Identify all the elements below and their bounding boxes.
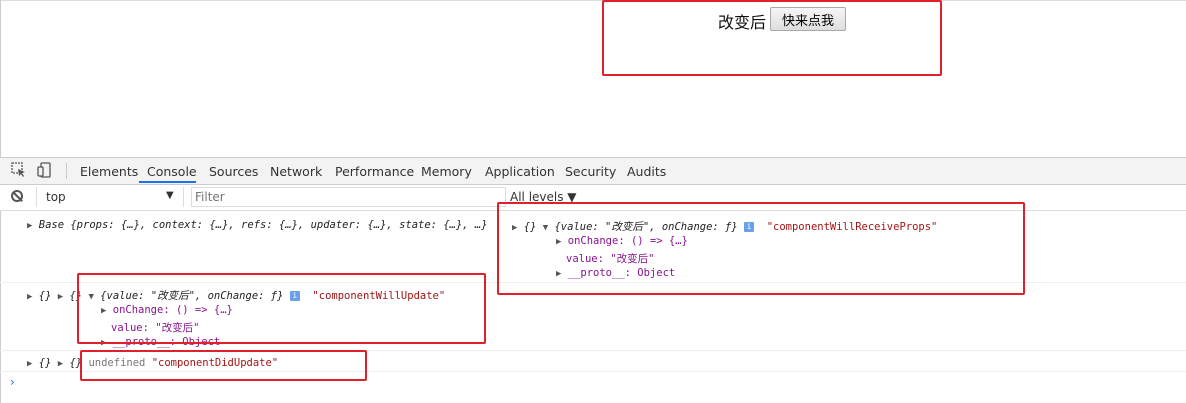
tab-network[interactable]: Network (270, 164, 322, 179)
tab-elements[interactable]: Elements (80, 164, 138, 179)
dropdown-arrow-icon: ▼ (166, 190, 174, 201)
toolbar-divider (66, 163, 67, 179)
object-marker: {} (38, 290, 52, 302)
tab-security[interactable]: Security (565, 164, 616, 179)
tab-application[interactable]: Application (485, 164, 555, 179)
expand-triangle-icon[interactable]: ▶ (58, 359, 63, 369)
page-viewport (0, 0, 1186, 156)
tab-performance[interactable]: Performance (335, 164, 414, 179)
object-marker: {} (38, 357, 52, 369)
tab-console[interactable]: Console (147, 164, 197, 179)
console-filter-input[interactable] (191, 187, 506, 207)
expand-triangle-icon[interactable]: ▶ (27, 292, 32, 302)
tab-memory[interactable]: Memory (421, 164, 472, 179)
expand-triangle-icon[interactable]: ▶ (27, 221, 32, 231)
context-selector-value: top (46, 190, 66, 204)
annotation-box (602, 0, 942, 76)
active-tab-indicator (139, 181, 196, 183)
base-object-line: Base {props: {…}, context: {…}, refs: {…… (38, 219, 488, 231)
context-selector[interactable]: top ▼ (36, 187, 184, 207)
expand-triangle-icon[interactable]: ▶ (27, 359, 32, 369)
device-toolbar-icon[interactable] (37, 162, 55, 178)
console-prompt-icon[interactable]: › (10, 375, 15, 389)
annotation-box (80, 350, 367, 381)
annotation-box (77, 273, 486, 344)
expand-triangle-icon[interactable]: ▶ (58, 292, 63, 302)
clear-console-icon[interactable] (11, 190, 23, 202)
devtools-tabbar: Elements Console Sources Network Perform… (0, 157, 1186, 185)
inspect-element-icon[interactable] (11, 162, 29, 178)
console-row-base[interactable]: ▶ Base {props: {…}, context: {…}, refs: … (27, 219, 488, 231)
tab-audits[interactable]: Audits (627, 164, 666, 179)
annotation-box (497, 202, 1025, 295)
tab-sources[interactable]: Sources (209, 164, 258, 179)
